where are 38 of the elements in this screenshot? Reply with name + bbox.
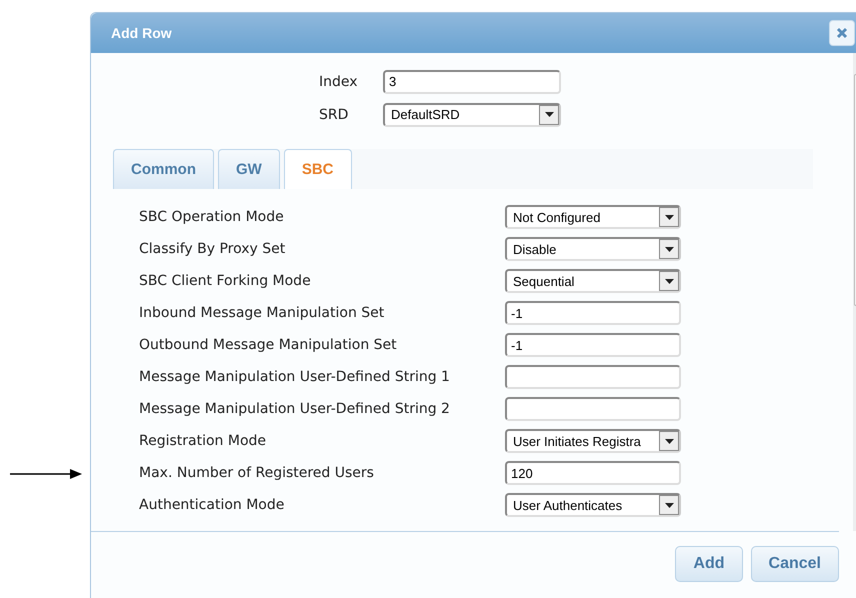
caret-icon — [664, 438, 674, 444]
dialog-button[interactable]: Cancel — [750, 546, 839, 582]
dropdown[interactable]: Not Configured — [505, 205, 681, 229]
field-label: Registration Mode — [139, 433, 268, 449]
input-field[interactable] — [505, 365, 681, 389]
input-field[interactable]: 3 — [383, 70, 561, 94]
tab[interactable]: Common — [113, 149, 214, 189]
field-label: Outbound Message Manipulation Set — [139, 337, 398, 353]
field-label: SBC Operation Mode — [139, 209, 285, 225]
field-label: Index — [319, 74, 359, 90]
field-label: SRD — [319, 106, 350, 122]
field-label: Message Manipulation User-Defined String 2 — [139, 401, 451, 417]
close-icon — [836, 27, 848, 39]
dropdown[interactable]: User Initiates Registra — [505, 429, 681, 453]
dialog-button[interactable]: Add — [675, 546, 743, 582]
arrow-icon — [10, 468, 82, 480]
close-button[interactable] — [829, 20, 855, 46]
input-field[interactable]: -1 — [505, 301, 681, 325]
dropdown[interactable]: User Authenticates — [505, 493, 681, 517]
input-field[interactable]: -1 — [505, 333, 681, 357]
field-label: Max. Number of Registered Users — [139, 465, 375, 481]
caret-icon — [664, 246, 674, 252]
caret-icon — [664, 278, 674, 284]
field-label: Inbound Message Manipulation Set — [139, 305, 386, 321]
caret-icon — [664, 502, 674, 508]
field-label: Classify By Proxy Set — [139, 241, 286, 257]
dropdown[interactable]: DefaultSRD — [383, 102, 561, 126]
caret-icon — [664, 214, 674, 220]
dialog-title: Add Row — [111, 25, 172, 41]
dropdown[interactable]: Disable — [505, 237, 681, 261]
caret-icon — [544, 112, 554, 117]
input-field[interactable]: 120 — [505, 461, 681, 485]
input-field[interactable] — [505, 397, 681, 421]
tab[interactable]: GW — [218, 149, 280, 189]
dropdown[interactable]: Sequential — [505, 269, 681, 293]
field-label: Message Manipulation User-Defined String 1 — [139, 369, 451, 385]
field-label: SBC Client Forking Mode — [139, 273, 312, 289]
field-label: Authentication Mode — [139, 497, 286, 513]
